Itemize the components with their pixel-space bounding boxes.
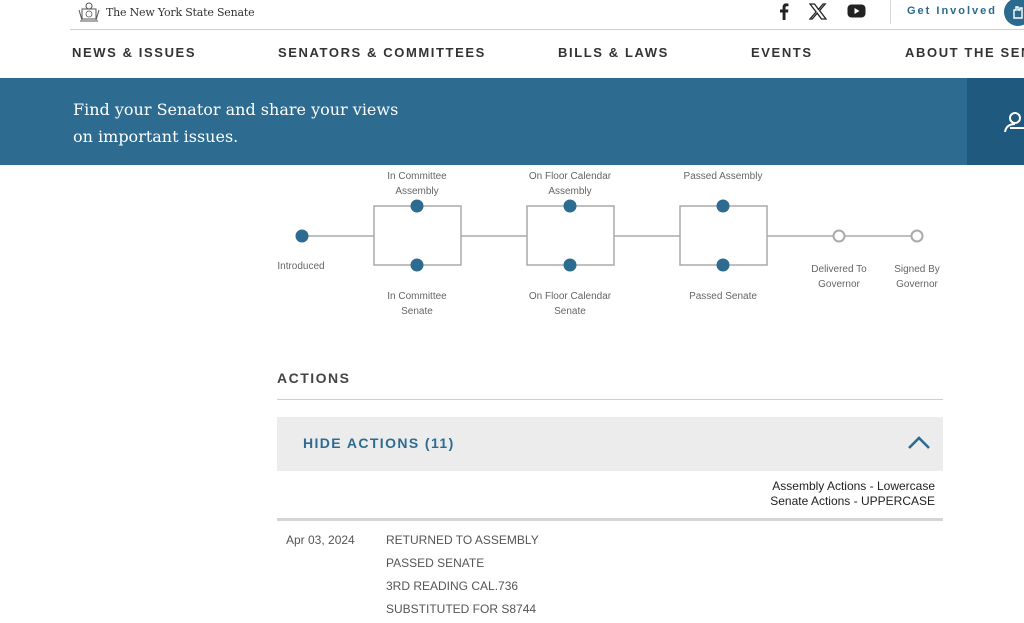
step-committee-assembly-dot — [410, 199, 424, 213]
label-line: Signed By — [894, 264, 940, 275]
action-line: PASSED SENATE — [386, 556, 485, 570]
nav-senators-committees[interactable]: SENATORS & COMMITTEES — [278, 45, 486, 60]
get-involved-link[interactable]: Get Involved — [907, 5, 997, 17]
hand-icon — [1013, 6, 1023, 19]
header-divider — [890, 0, 891, 24]
get-involved-button[interactable] — [1004, 0, 1024, 26]
step-passed-senate-label: Passed Senate — [668, 289, 778, 304]
actions-heading: ACTIONS — [277, 370, 351, 386]
label-line: Senate — [401, 306, 433, 317]
find-senator-button[interactable] — [967, 78, 1024, 165]
x-link[interactable] — [808, 0, 828, 22]
nav-about-senate[interactable]: ABOUT THE SENA — [905, 45, 1024, 60]
label-line: On Floor Calendar — [528, 171, 612, 182]
step-floor-assembly-label: On Floor Calendar Assembly — [515, 169, 625, 199]
nav-news-issues[interactable]: NEWS & ISSUES — [72, 45, 196, 60]
label-line: Governor — [896, 279, 938, 290]
step-floor-senate-label: On Floor Calendar Senate — [515, 289, 625, 319]
step-introduced-dot — [295, 229, 309, 243]
label-line: On Floor Calendar — [528, 291, 612, 302]
facebook-link[interactable] — [776, 0, 792, 22]
main-nav: NEWS & ISSUES SENATORS & COMMITTEES BILL… — [0, 30, 1024, 78]
actions-heading-rule — [277, 399, 943, 400]
label-line: In Committee — [387, 291, 447, 302]
step-passed-assembly-dot — [716, 199, 730, 213]
step-passed-senate-dot — [716, 258, 730, 272]
step-floor-assembly-dot — [563, 199, 577, 213]
bill-status-timeline: In Committee Assembly On Floor Calendar … — [0, 165, 1024, 325]
step-introduced-label: Introduced — [246, 259, 356, 274]
step-committee-senate-label: In Committee Senate — [362, 289, 472, 319]
label-line: Passed Assembly — [683, 171, 763, 182]
label-line: Introduced — [277, 261, 325, 272]
action-line: 3RD READING CAL.736 — [386, 579, 519, 593]
step-signed-dot — [910, 229, 924, 243]
step-floor-senate-dot — [563, 258, 577, 272]
action-line: RETURNED TO ASSEMBLY — [386, 533, 539, 547]
action-date: Apr 03, 2024 — [286, 533, 355, 547]
timeline-graphic — [295, 199, 924, 272]
youtube-icon — [847, 4, 865, 18]
nav-events[interactable]: EVENTS — [751, 45, 813, 60]
find-senator-icon — [1004, 111, 1024, 132]
step-committee-assembly-label: In Committee Assembly — [362, 169, 472, 199]
top-bar: The New York State Senate Get Involved — [0, 0, 1024, 30]
find-senator-banner[interactable]: Find your Senator and share your views o… — [0, 78, 967, 165]
hide-actions-label: HIDE ACTIONS (11) — [303, 435, 455, 451]
facebook-icon — [780, 2, 789, 20]
actions-list-rule — [277, 518, 943, 521]
label-line: Assembly — [395, 186, 439, 197]
youtube-link[interactable] — [845, 0, 867, 22]
state-seal-icon — [78, 2, 100, 22]
label-line: Passed Senate — [689, 291, 757, 302]
chevron-up-icon — [908, 436, 930, 449]
label-line: Assembly — [548, 186, 592, 197]
step-signed-label: Signed By Governor — [862, 262, 972, 292]
label-line: In Committee — [387, 171, 447, 182]
nav-bills-laws[interactable]: BILLS & LAWS — [558, 45, 669, 60]
legend-senate: Senate Actions - UPPERCASE — [770, 494, 935, 508]
x-icon — [809, 2, 827, 20]
site-name: The New York State Senate — [106, 5, 255, 19]
label-line: Senate — [554, 306, 586, 317]
site-logo[interactable]: The New York State Senate — [76, 0, 255, 24]
step-delivered-dot — [832, 229, 846, 243]
legend-assembly: Assembly Actions - Lowercase — [772, 479, 935, 493]
action-line: SUBSTITUTED FOR S8744 — [386, 602, 537, 616]
hide-actions-toggle[interactable]: HIDE ACTIONS (11) — [277, 417, 943, 471]
banner-text: Find your Senator and share your views o… — [73, 100, 399, 146]
step-committee-senate-dot — [410, 258, 424, 272]
step-passed-assembly-label: Passed Assembly — [668, 169, 778, 184]
